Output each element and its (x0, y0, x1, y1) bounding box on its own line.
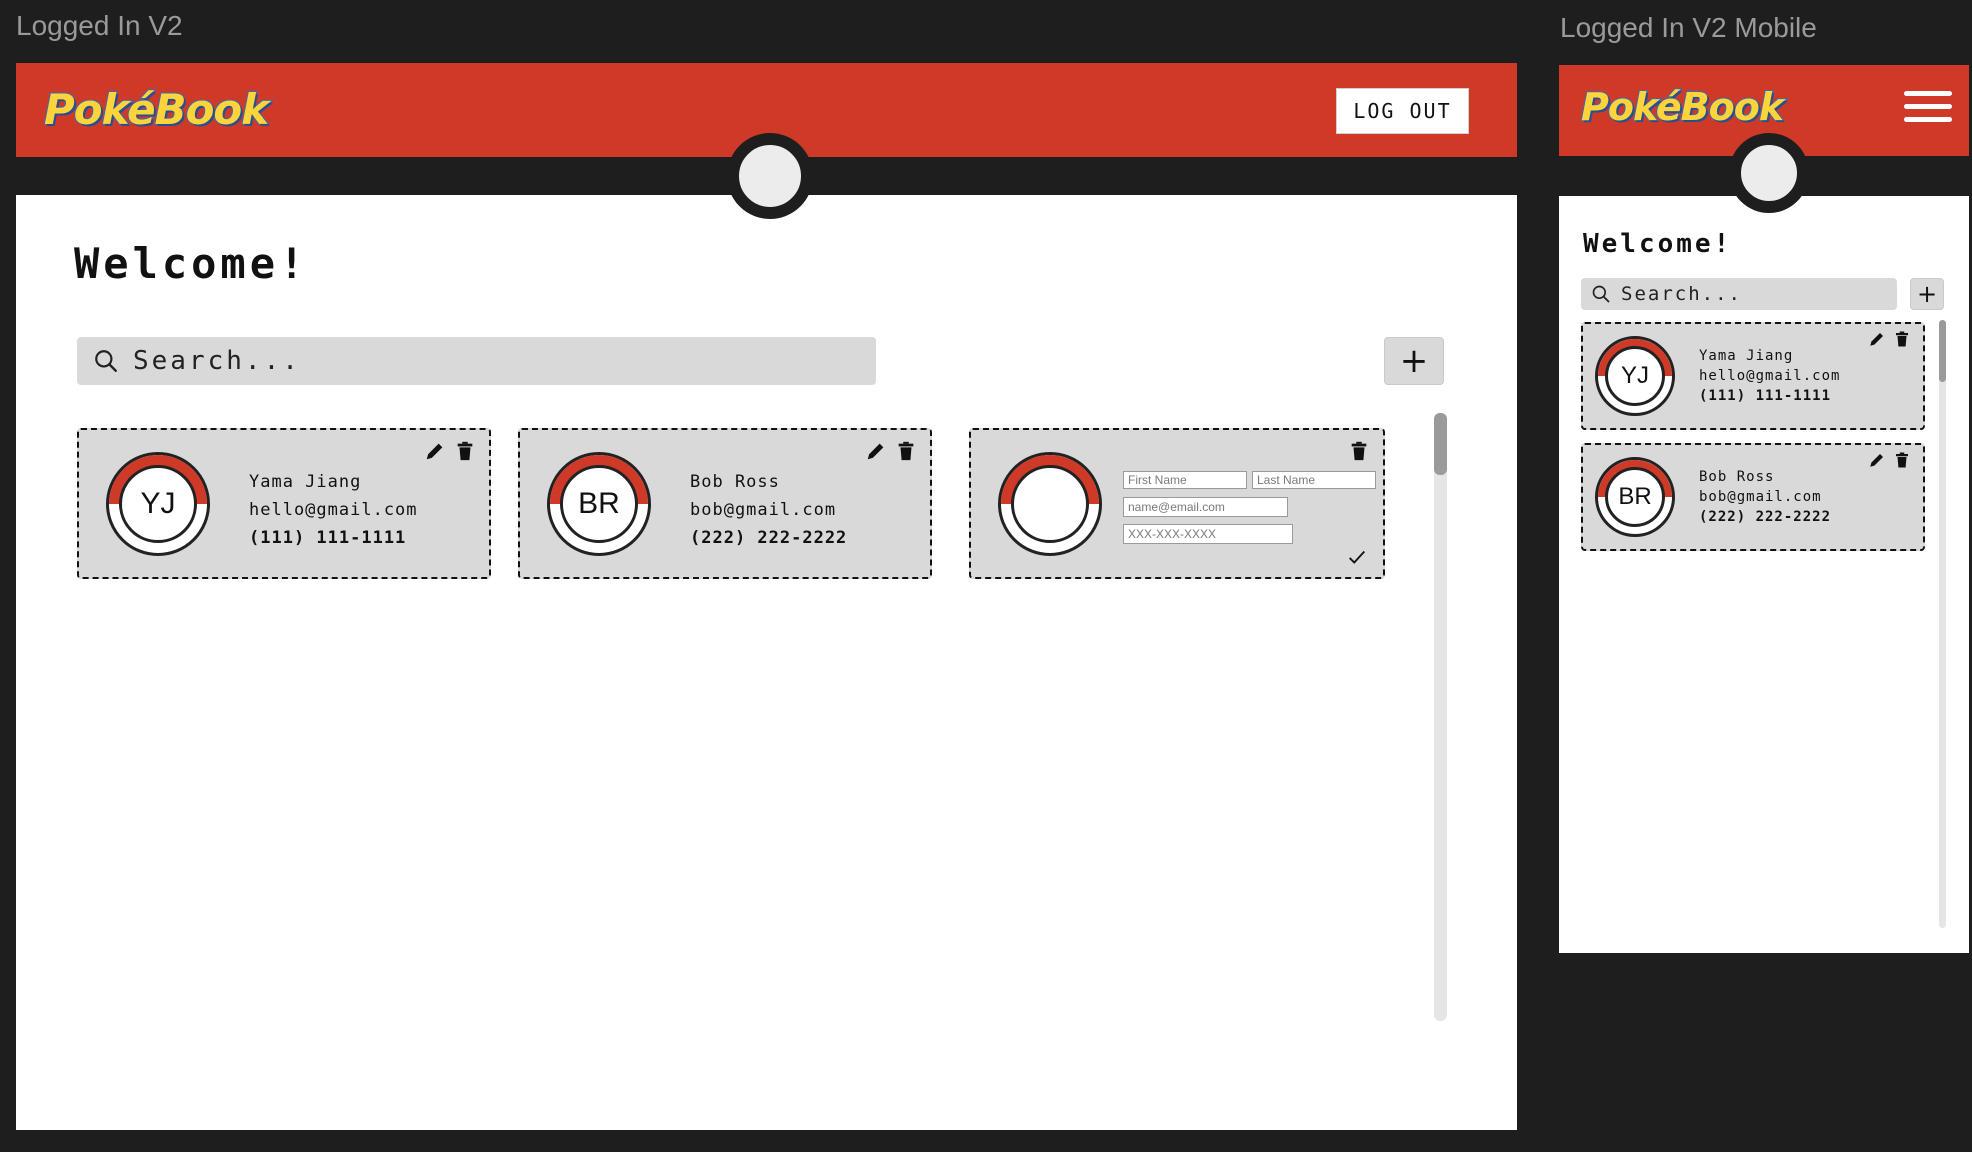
email-field[interactable]: name@email.com (1123, 497, 1288, 517)
contact-details: Bob Ross bob@gmail.com (222) 222-2222 (1699, 467, 1831, 527)
contact-card[interactable]: YJ Yama Jiang hello@gmail.com (111) 111-… (1581, 322, 1925, 430)
pencil-icon[interactable] (865, 440, 887, 462)
pokebook-logo[interactable]: PokéBook (1580, 84, 1785, 130)
contact-phone: (222) 222-2222 (690, 528, 848, 548)
contact-phone: (111) 111-1111 (1699, 388, 1832, 404)
new-contact-card[interactable]: First Name Last Name name@email.com XXX-… (969, 428, 1385, 579)
search-bar[interactable]: Search... (1581, 278, 1897, 310)
contact-name: Yama Jiang (249, 472, 362, 492)
phone-field[interactable]: XXX-XXX-XXXX (1123, 524, 1293, 544)
pokebook-logo[interactable]: PokéBook (43, 84, 270, 135)
search-icon (1592, 285, 1610, 303)
mobile-frame: PokéBook Welcome! Search... + YJ Yama Ji… (1559, 65, 1969, 953)
contact-email: bob@gmail.com (690, 500, 837, 520)
trash-icon[interactable] (1893, 330, 1911, 348)
scrollbar[interactable] (1939, 320, 1946, 928)
contact-details: Yama Jiang hello@gmail.com (111) 111-111… (249, 468, 418, 552)
contact-email: bob@gmail.com (1699, 489, 1822, 505)
avatar: BR (547, 452, 651, 556)
scrollbar-thumb[interactable] (1939, 320, 1946, 382)
search-input[interactable]: Search... (133, 346, 301, 376)
contact-name: Yama Jiang (1699, 348, 1794, 364)
trash-icon[interactable] (454, 440, 476, 462)
contact-phone: (222) 222-2222 (1699, 509, 1832, 525)
trash-icon[interactable] (895, 440, 917, 462)
first-name-field[interactable]: First Name (1123, 471, 1247, 489)
avatar: YJ (106, 452, 210, 556)
trash-icon[interactable] (1348, 440, 1370, 462)
contact-details: Yama Jiang hello@gmail.com (111) 111-111… (1699, 346, 1840, 406)
search-bar[interactable]: Search... (77, 337, 876, 385)
desktop-frame: PokéBook LOG OUT Welcome! Search... + YJ… (16, 63, 1517, 1130)
add-contact-button[interactable]: + (1384, 337, 1444, 385)
trash-icon[interactable] (1893, 451, 1911, 469)
contact-card[interactable]: YJ Yama Jiang hello@gmail.com (111) 111-… (77, 428, 491, 579)
contact-email: hello@gmail.com (1699, 368, 1841, 384)
contact-name: Bob Ross (690, 472, 780, 492)
avatar-placeholder (998, 452, 1102, 556)
pencil-icon[interactable] (424, 440, 446, 462)
pencil-icon[interactable] (1868, 451, 1886, 469)
last-name-field[interactable]: Last Name (1252, 471, 1376, 489)
contact-phone: (111) 111-1111 (249, 528, 407, 548)
add-contact-button[interactable]: + (1910, 278, 1944, 310)
avatar: YJ (1595, 336, 1675, 416)
search-input[interactable]: Search... (1621, 283, 1742, 305)
contact-card[interactable]: BR Bob Ross bob@gmail.com (222) 222-2222 (1581, 443, 1925, 551)
hamburger-menu-icon[interactable] (1904, 91, 1952, 122)
pencil-icon[interactable] (1868, 330, 1886, 348)
welcome-heading: Welcome! (74, 239, 309, 288)
welcome-heading: Welcome! (1583, 229, 1733, 259)
pokeball-button-icon (727, 133, 813, 219)
checkmark-icon[interactable] (1346, 546, 1368, 568)
logout-button[interactable]: LOG OUT (1336, 88, 1469, 134)
scrollbar[interactable] (1434, 413, 1447, 1021)
contact-name: Bob Ross (1699, 469, 1775, 485)
contact-email: hello@gmail.com (249, 500, 418, 520)
desktop-frame-label: Logged In V2 (16, 10, 183, 41)
scrollbar-thumb[interactable] (1434, 413, 1447, 475)
mobile-frame-label: Logged In V2 Mobile (1560, 12, 1817, 43)
contact-details: Bob Ross bob@gmail.com (222) 222-2222 (690, 468, 847, 552)
pokeball-button-icon (1729, 133, 1809, 213)
avatar: BR (1595, 457, 1675, 537)
search-icon (95, 350, 117, 372)
contact-card[interactable]: BR Bob Ross bob@gmail.com (222) 222-2222 (518, 428, 932, 579)
